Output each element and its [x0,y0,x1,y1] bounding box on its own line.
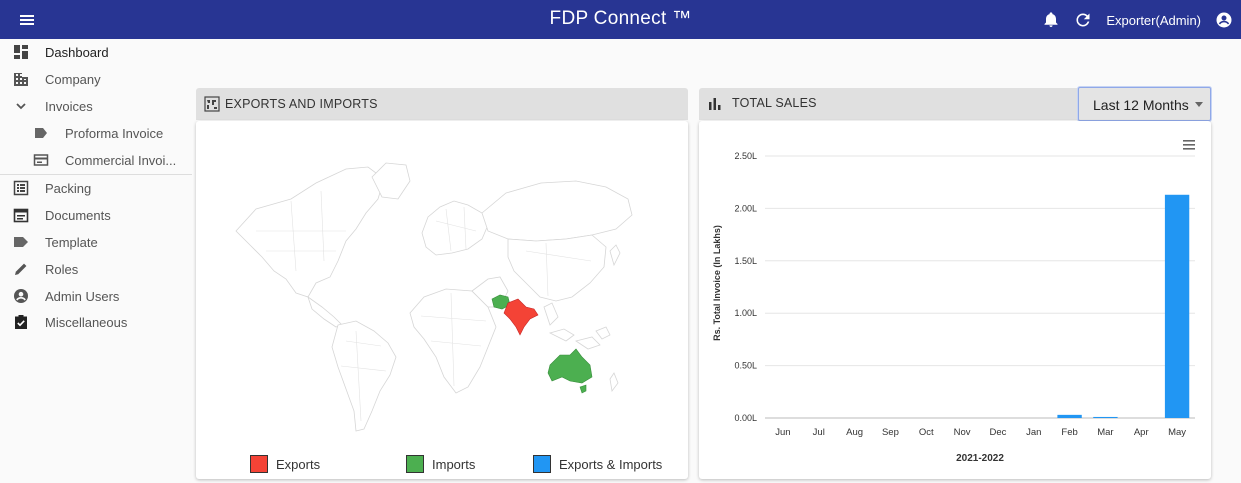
legend-item-exports-imports: Exports & Imports [533,454,662,474]
x-tick-label: Jun [775,427,790,438]
sidebar-item-label: Admin Users [45,289,120,304]
chevron-down-icon [16,103,26,110]
x-tick-label: Jan [1026,427,1041,438]
sidebar-item-label: Invoices [45,99,93,114]
sidebar-item-label: Company [45,72,101,87]
sidebar-item-template[interactable]: Template [0,229,192,255]
y-tick-label: 1.00L [734,308,757,318]
period-select-value: Last 12 Months [1093,97,1189,113]
panel-title: TOTAL SALES [732,96,817,110]
calendar-icon [13,208,29,223]
bar-feb[interactable] [1057,414,1082,418]
clipboard-check-icon [15,315,27,329]
map-legend: Exports Imports Exports & Imports [196,454,688,476]
hamburger-menu-icon[interactable] [1183,140,1195,150]
sidebar-item-company[interactable]: Company [0,66,192,92]
sidebar-item-commercial-invoice[interactable]: Commercial Invoi... [0,147,192,173]
building-icon [14,73,28,86]
dashboard-icon [14,45,28,59]
exports-map-card: Exports Imports Exports & Imports [196,121,688,479]
sidebar-item-admin-users[interactable]: Admin Users [0,283,192,309]
bell-icon[interactable] [1042,11,1060,29]
x-axis-label: 2021-2022 [956,453,1004,464]
sidebar-item-label: Miscellaneous [45,315,128,330]
sidebar-item-label: Documents [45,208,111,223]
sidebar-item-invoices[interactable]: Invoices [0,93,192,119]
bar-may[interactable] [1164,194,1190,418]
legend-swatch [250,455,268,473]
account-circle-icon [14,289,28,303]
y-tick-label: 2.50L [734,151,757,161]
sidebar-nav: Dashboard Company Invoices Proforma Invo… [0,39,192,483]
legend-item-exports: Exports [250,454,320,474]
sidebar-item-label: Dashboard [45,45,109,60]
world-map [235,162,633,432]
sidebar-item-label: Proforma Invoice [65,126,164,141]
refresh-icon[interactable] [1074,11,1092,29]
x-tick-label: Nov [954,427,971,438]
sidebar-item-proforma-invoice[interactable]: Proforma Invoice [0,120,192,146]
sidebar-item-packing[interactable]: Packing [0,175,192,201]
exports-panel-header: EXPORTS AND IMPORTS [196,88,688,120]
sidebar-item-documents[interactable]: Documents [0,202,192,228]
sidebar-item-label: Packing [45,181,92,196]
legend-label: Imports [432,456,476,472]
sidebar-item-label: Commercial Invoi... [65,153,177,168]
account-circle-icon[interactable] [1215,11,1233,29]
x-tick-label: Jul [813,427,825,438]
label-icon [14,237,28,247]
sidebar-item-label: Roles [45,262,79,277]
y-axis-label: Rs. Total Invoice (In Lakhs) [712,225,722,341]
legend-swatch [533,455,551,473]
x-tick-label: Oct [919,427,934,438]
sidebar-item-label: Template [45,235,98,250]
world-map-icon [204,96,220,112]
period-select[interactable]: Last 12 Months [1078,87,1211,121]
user-label[interactable]: Exporter(Admin) [1106,13,1201,28]
y-tick-label: 2.00L [734,203,757,213]
country-tasmania [579,384,587,394]
y-tick-label: 0.50L [734,361,757,371]
sidebar-item-dashboard[interactable]: Dashboard [0,39,192,65]
label-icon [35,128,47,138]
y-tick-label: 0.00L [734,413,757,423]
sidebar-item-miscellaneous[interactable]: Miscellaneous [0,309,192,335]
x-tick-label: Feb [1061,427,1077,438]
x-tick-label: Apr [1134,427,1149,438]
country-australia [547,348,593,384]
x-tick-label: Sep [882,427,899,438]
legend-item-imports: Imports [406,454,475,474]
caret-down-icon [1195,102,1203,107]
x-tick-label: Aug [846,427,863,438]
sales-bar-chart: 0.00L 0.50L 1.00L 1.50L 2.00L 2.50L Jun Jul Aug S… [712,140,1195,464]
x-tick-label: Dec [989,427,1006,438]
legend-swatch [406,455,424,473]
top-app-bar: FDP Connect ™ Exporter(Admin) [0,0,1241,39]
x-tick-label: May [1168,427,1186,438]
y-tick-label: 1.50L [734,256,757,266]
sales-chart-card: 0.00L 0.50L 1.00L 1.50L 2.00L 2.50L Jun Jul Aug S… [699,121,1211,479]
bar-chart-icon [709,98,721,110]
legend-label: Exports [276,456,321,472]
country-india [503,298,539,336]
sidebar-item-roles[interactable]: Roles [0,256,192,282]
bar-mar[interactable] [1093,416,1118,418]
legend-label: Exports & Imports [559,456,663,472]
pencil-icon [15,263,27,275]
panel-title: EXPORTS AND IMPORTS [225,97,378,111]
x-tick-label: Mar [1097,427,1113,438]
card-icon [33,154,49,166]
list-icon [13,180,29,196]
